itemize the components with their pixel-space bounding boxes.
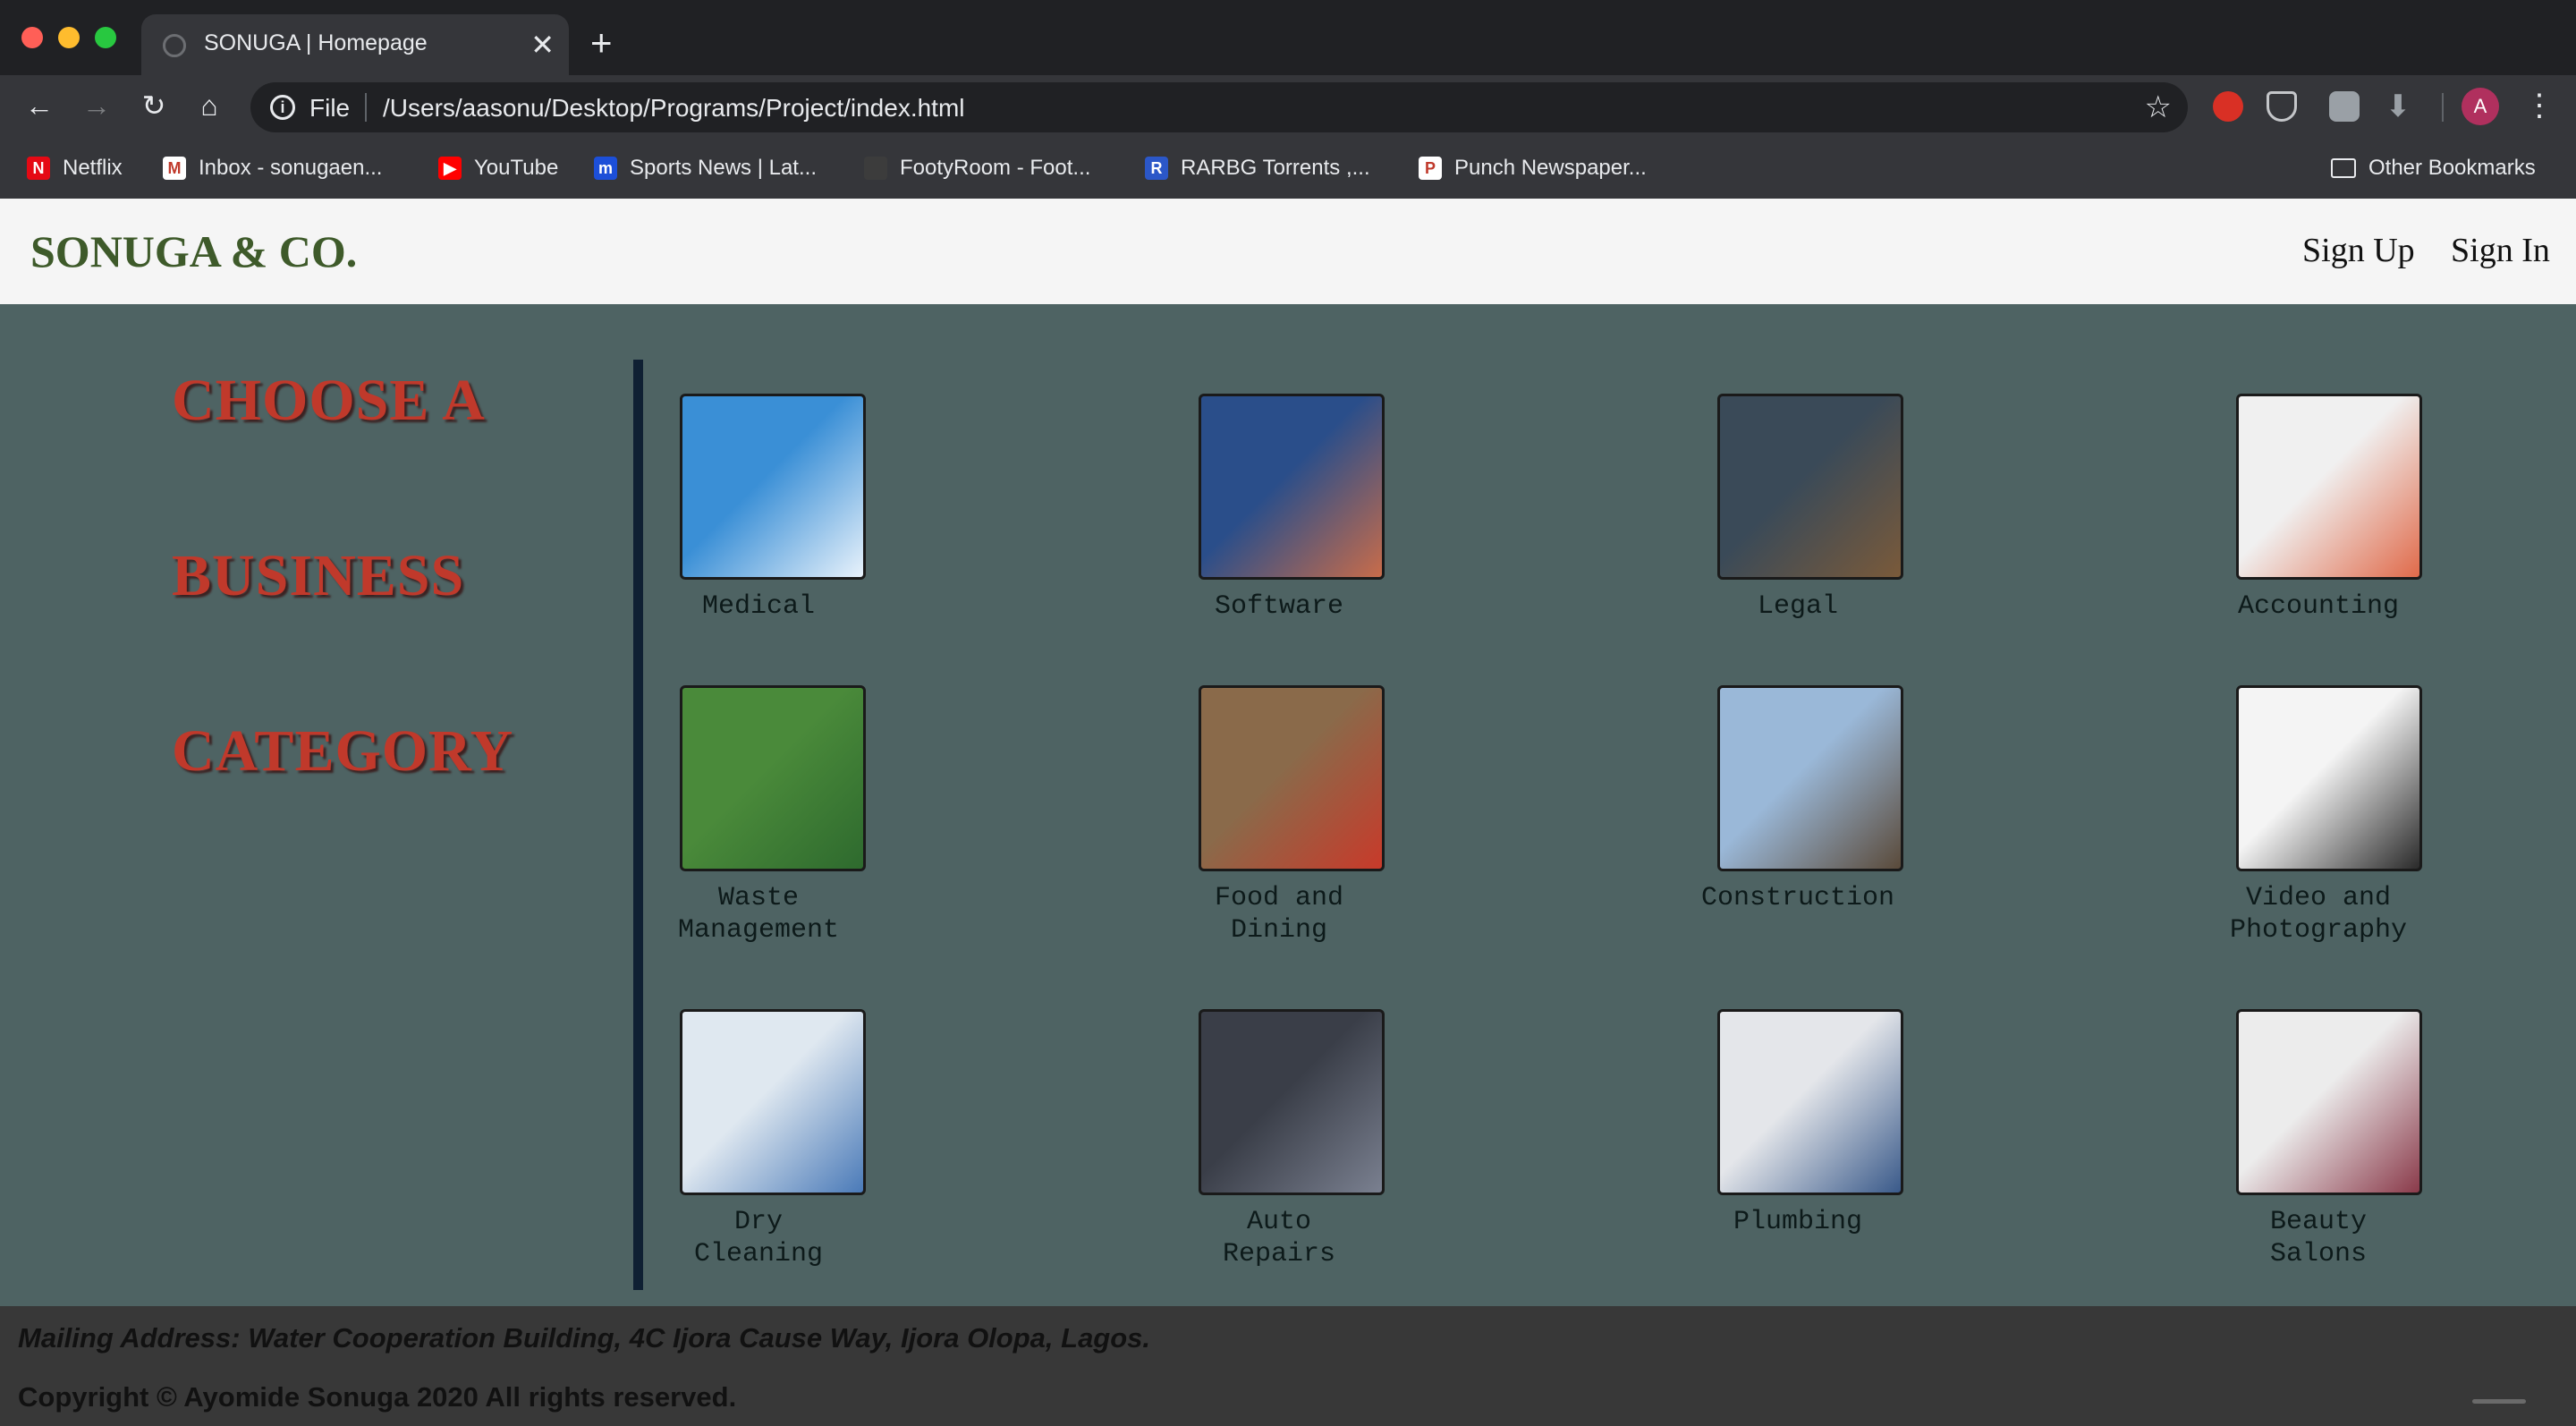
punch-icon: P bbox=[1419, 157, 1442, 180]
software-image[interactable] bbox=[1199, 394, 1385, 580]
beauty-salons-image[interactable] bbox=[2236, 1009, 2422, 1195]
mailing-address: Mailing Address: Water Cooperation Build… bbox=[18, 1322, 1151, 1354]
extension-icon[interactable] bbox=[2329, 91, 2360, 122]
category-label[interactable]: Legal bbox=[1637, 590, 1959, 623]
site-header: SONUGA & CO. Sign Up Sign In bbox=[0, 199, 2576, 304]
bookmark-label: RARBG Torrents ,... bbox=[1181, 156, 1370, 180]
close-window-button[interactable] bbox=[21, 27, 43, 48]
other-bookmarks[interactable]: Other Bookmarks bbox=[2331, 152, 2536, 184]
toolbar-divider bbox=[2442, 93, 2444, 122]
other-bookmarks-label: Other Bookmarks bbox=[2368, 156, 2536, 180]
auto-repairs-image[interactable] bbox=[1199, 1009, 1385, 1195]
address-bar[interactable]: i File /Users/aasonu/Desktop/Programs/Pr… bbox=[250, 82, 2188, 132]
folder-icon bbox=[2331, 158, 2356, 178]
construction-image[interactable] bbox=[1717, 685, 1903, 871]
copyright-notice: Copyright © Ayomide Sonuga 2020 All righ… bbox=[18, 1381, 737, 1413]
browser-toolbar: ← → ↻ ⌂ i File /Users/aasonu/Desktop/Pro… bbox=[0, 75, 2576, 140]
medical-image[interactable] bbox=[680, 394, 866, 580]
browser-tab[interactable]: SONUGA | Homepage ✕ bbox=[141, 14, 569, 75]
new-tab-button[interactable]: + bbox=[590, 23, 613, 63]
profile-avatar[interactable]: A bbox=[2462, 88, 2499, 125]
download-extension-icon[interactable]: ⬇ bbox=[2383, 91, 2413, 122]
info-icon[interactable]: i bbox=[270, 95, 295, 120]
bookmark-star-icon[interactable]: ☆ bbox=[2145, 89, 2172, 125]
bookmark-label: Punch Newspaper... bbox=[1454, 156, 1647, 180]
bookmark-item[interactable]: P Punch Newspaper... bbox=[1419, 152, 1647, 184]
gmail-icon: M bbox=[163, 157, 186, 180]
url-text[interactable]: /Users/aasonu/Desktop/Programs/Project/i… bbox=[383, 94, 965, 123]
category-label[interactable]: Auto Repairs bbox=[1118, 1206, 1440, 1270]
bookmark-item[interactable]: R RARBG Torrents ,... bbox=[1145, 152, 1370, 184]
site-footer: Mailing Address: Water Cooperation Build… bbox=[0, 1306, 2576, 1426]
browser-menu-icon[interactable]: ⋮ bbox=[2524, 86, 2555, 125]
category-label[interactable]: Waste Management bbox=[597, 882, 919, 946]
bookmark-item[interactable]: ▶ YouTube bbox=[438, 152, 558, 184]
youtube-icon: ▶ bbox=[438, 157, 462, 180]
home-icon[interactable]: ⌂ bbox=[190, 86, 229, 125]
category-heading-line: CHOOSE A bbox=[172, 368, 486, 433]
bookmark-item[interactable]: M Inbox - sonugaen... bbox=[163, 152, 382, 184]
category-label[interactable]: Plumbing bbox=[1637, 1206, 1959, 1238]
rarbg-icon: R bbox=[1145, 157, 1168, 180]
category-label[interactable]: Medical bbox=[597, 590, 919, 623]
footyroom-icon bbox=[864, 157, 887, 180]
plumbing-image[interactable] bbox=[1717, 1009, 1903, 1195]
bookmarks-bar: Other Bookmarks N Netflix M Inbox - sonugae… bbox=[0, 140, 2576, 199]
browser-chrome: SONUGA | Homepage ✕ + ← → ↻ ⌂ i File /Us… bbox=[0, 0, 2576, 199]
category-heading-line: CATEGORY bbox=[172, 718, 514, 784]
category-label[interactable]: Beauty Salons bbox=[2157, 1206, 2479, 1270]
scrollbar-thumb[interactable] bbox=[2472, 1399, 2526, 1404]
category-label[interactable]: Software bbox=[1118, 590, 1440, 623]
vertical-divider bbox=[633, 360, 643, 1290]
shield-extension-icon[interactable] bbox=[2267, 91, 2297, 122]
sign-up-link[interactable]: Sign Up bbox=[2302, 231, 2415, 270]
video-photography-image[interactable] bbox=[2236, 685, 2422, 871]
reload-icon[interactable]: ↻ bbox=[134, 86, 174, 125]
scheme-label: File bbox=[309, 94, 351, 122]
legal-image[interactable] bbox=[1717, 394, 1903, 580]
bookmark-label: Inbox - sonugaen... bbox=[199, 156, 383, 180]
dry-cleaning-image[interactable] bbox=[680, 1009, 866, 1195]
bookmark-label: Netflix bbox=[63, 156, 123, 180]
netflix-icon: N bbox=[27, 157, 50, 180]
bookmark-item[interactable]: N Netflix bbox=[27, 152, 123, 184]
url-separator bbox=[365, 93, 367, 122]
main-content: CHOOSE A BUSINESS CATEGORY Medical Softwa… bbox=[0, 304, 2576, 1306]
back-arrow-icon[interactable]: ← bbox=[20, 86, 59, 125]
category-label[interactable]: Dry Cleaning bbox=[597, 1206, 919, 1270]
forward-arrow-icon[interactable]: → bbox=[77, 86, 116, 125]
bookmark-label: Sports News | Lat... bbox=[630, 156, 817, 180]
category-label[interactable]: Food and Dining bbox=[1118, 882, 1440, 946]
bookmark-item[interactable]: FootyRoom - Foot... bbox=[864, 152, 1090, 184]
accounting-image[interactable] bbox=[2236, 394, 2422, 580]
category-label[interactable]: Construction bbox=[1637, 882, 1959, 914]
sign-in-link[interactable]: Sign In bbox=[2451, 231, 2550, 270]
category-label[interactable]: Video and Photography bbox=[2157, 882, 2479, 946]
bookmark-label: YouTube bbox=[474, 156, 559, 180]
globe-icon bbox=[163, 34, 186, 57]
site-brand[interactable]: SONUGA & CO. bbox=[30, 225, 357, 277]
maximize-window-button[interactable] bbox=[95, 27, 116, 48]
adblock-extension-icon[interactable] bbox=[2213, 91, 2243, 122]
waste-management-image[interactable] bbox=[680, 685, 866, 871]
tab-title: SONUGA | Homepage bbox=[204, 30, 428, 55]
bookmark-item[interactable]: m Sports News | Lat... bbox=[594, 152, 817, 184]
food-dining-image[interactable] bbox=[1199, 685, 1385, 871]
bookmark-label: FootyRoom - Foot... bbox=[900, 156, 1091, 180]
minimize-window-button[interactable] bbox=[58, 27, 80, 48]
close-tab-icon[interactable]: ✕ bbox=[530, 27, 555, 63]
category-heading-line: BUSINESS bbox=[172, 543, 465, 608]
category-label[interactable]: Accounting bbox=[2157, 590, 2479, 623]
sports-news-icon: m bbox=[594, 157, 617, 180]
